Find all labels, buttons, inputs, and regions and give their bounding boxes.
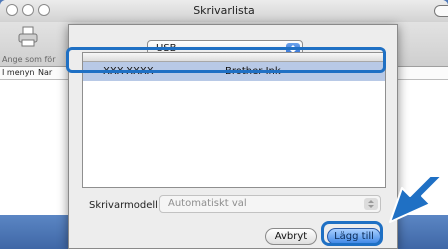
toolbar-toggle-button[interactable]: [434, 5, 448, 17]
printer-model-value: Automatiskt val: [168, 198, 247, 209]
pointer-arrow-icon: [389, 175, 443, 223]
window-title: Skrivarlista: [193, 4, 255, 17]
column-name[interactable]: Nar: [38, 68, 52, 77]
window-titlebar: Skrivarlista: [0, 0, 448, 23]
printer-row-highlight: [66, 47, 386, 73]
printer-icon: [18, 26, 38, 47]
cancel-button[interactable]: Avbryt: [265, 228, 317, 245]
printer-model-label: Skrivarmodell:: [89, 200, 162, 211]
set-default-label: Ange som för: [2, 55, 56, 64]
column-in-menu[interactable]: I menyn: [2, 68, 35, 77]
printer-model-select: Automatiskt val: [159, 195, 381, 213]
